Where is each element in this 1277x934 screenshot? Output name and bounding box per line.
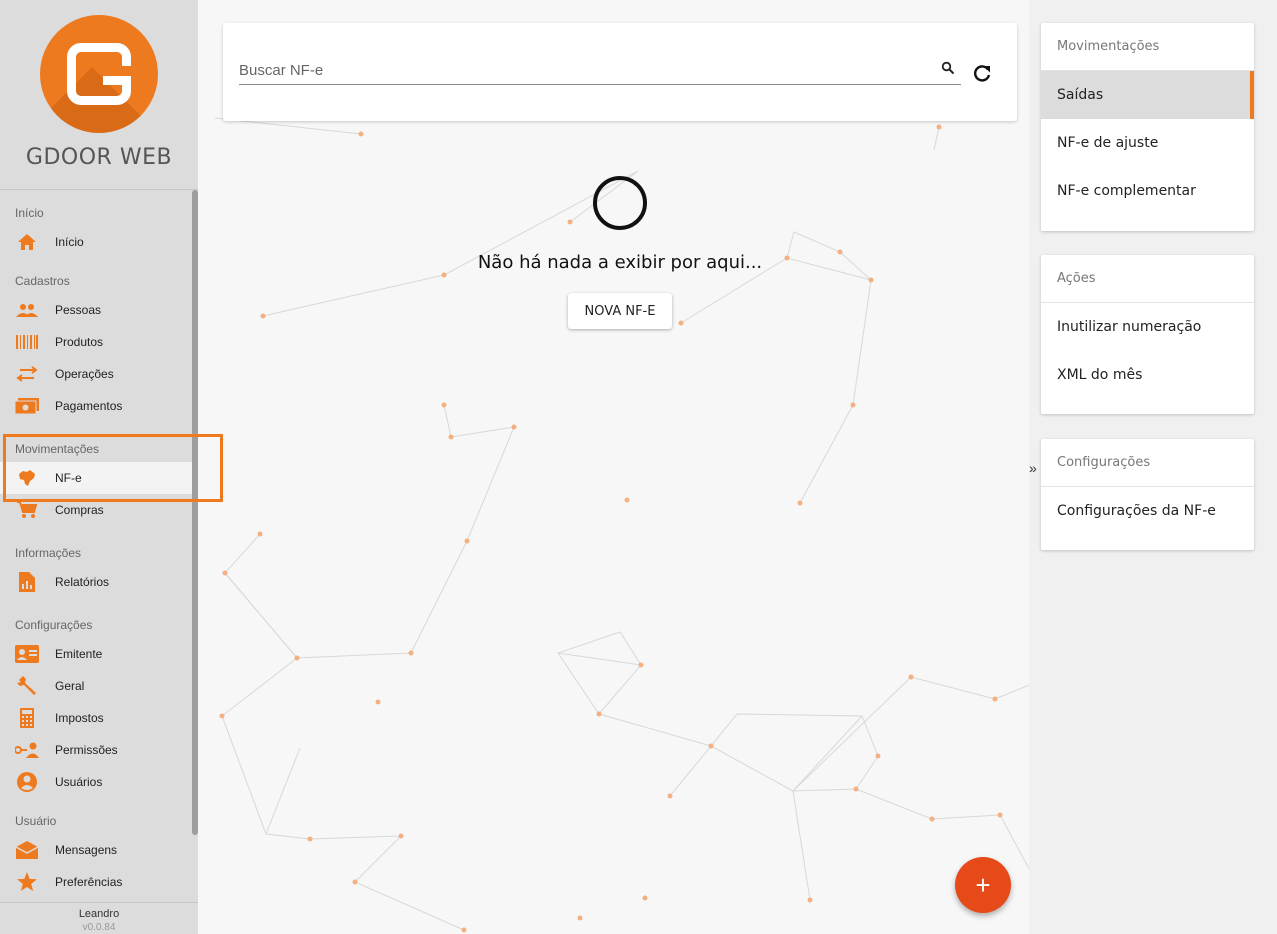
sidebar-item-label: NF-e [55,471,82,485]
card-configuracoes: Configurações Configurações da NF-e [1041,439,1254,550]
sidebar-item-label: Mensagens [55,843,118,857]
cart-icon [15,500,39,520]
people-icon [15,300,39,320]
section-title-inicio: Início [15,206,44,220]
menu-item-inutilizar-numeracao[interactable]: Inutilizar numeração [1041,303,1254,351]
sidebar-item-label: Operações [55,367,114,381]
money-icon [15,396,39,416]
gdoor-logo[interactable] [40,15,158,133]
sidebar-item-label: Permissões [55,743,118,757]
sidebar-item-compras[interactable]: Compras [0,494,192,526]
sidebar-item-label: Produtos [55,335,104,349]
sidebar-item-impostos[interactable]: Impostos [0,702,192,734]
sidebar-item-label: Início [55,235,84,249]
section-title-configuracoes: Configurações [15,618,93,632]
mail-icon [15,840,39,860]
logo-area: GDOOR WEB [0,0,198,190]
menu-item-xml-do-mes[interactable]: XML do mês [1041,351,1254,399]
sidebar: GDOOR WEB Início Início Cadastros Pessoa… [0,0,198,934]
sidebar-item-label: Preferências [55,875,123,889]
user-name: Leandro [78,908,120,920]
user-footer: Leandro v0.0.84 [0,902,198,934]
empty-state-icon [593,176,647,230]
sidebar-item-label: Pessoas [55,303,102,317]
sidebar-item-label: Geral [55,679,85,693]
sidebar-item-permissoes[interactable]: Permissões [0,734,192,766]
user-circle-icon [15,772,39,792]
star-icon [15,872,39,892]
menu-item-nfe-ajuste[interactable]: NF-e de ajuste [1041,119,1254,167]
sidebar-item-label: Impostos [55,711,104,725]
sidebar-item-mensagens[interactable]: Mensagens [0,834,192,866]
calculator-icon [15,708,39,728]
sidebar-scrollbar[interactable] [192,190,198,835]
wrench-icon [15,676,39,696]
card-title: Ações [1041,255,1254,303]
plus-icon: + [975,869,991,900]
key-person-icon [15,740,39,760]
swap-icon [15,364,39,384]
search-field [239,59,961,85]
brazil-map-icon [15,468,39,488]
sidebar-item-produtos[interactable]: Produtos [0,326,192,358]
sidebar-item-label: Compras [55,503,104,517]
sidebar-item-preferencias[interactable]: Preferências [0,866,192,898]
sidebar-item-geral[interactable]: Geral [0,670,192,702]
sidebar-item-operacoes[interactable]: Operações [0,358,192,390]
sidebar-item-pagamentos[interactable]: Pagamentos [0,390,192,422]
nova-nfe-button[interactable]: NOVA NF-E [568,293,672,329]
section-title-informacoes: Informações [15,546,82,560]
sidebar-item-inicio[interactable]: Início [0,226,192,258]
refresh-icon[interactable] [971,63,993,85]
sidebar-item-label: Pagamentos [55,399,123,413]
sidebar-item-relatorios[interactable]: Relatórios [0,566,192,598]
sidebar-item-pessoas[interactable]: Pessoas [0,294,192,326]
sidebar-item-emitente[interactable]: Emitente [0,638,192,670]
app-name: GDOOR WEB [25,145,173,170]
sidebar-item-nfe[interactable]: NF-e [0,462,192,494]
sidebar-item-usuarios[interactable]: Usuários [0,766,192,798]
section-title-cadastros: Cadastros [15,274,70,288]
section-title-movimentacoes: Movimentações [15,442,100,456]
search-input[interactable] [239,59,929,81]
sidebar-item-label: Relatórios [55,575,110,589]
card-acoes: Ações Inutilizar numeração XML do mês [1041,255,1254,414]
card-title: Configurações [1041,439,1254,487]
home-icon [15,232,39,252]
collapse-panel-icon[interactable]: » [1029,460,1037,476]
section-title-usuario: Usuário [15,814,57,828]
barcode-icon [15,332,39,352]
card-title: Movimentações [1041,23,1254,71]
id-card-icon [15,644,39,664]
sidebar-item-label: Usuários [55,775,103,789]
add-fab-button[interactable]: + [955,857,1011,913]
report-icon [15,572,39,592]
app-version: v0.0.84 [82,922,116,933]
search-card [223,23,1017,121]
sidebar-item-label: Emitente [55,647,103,661]
menu-item-configuracoes-nfe[interactable]: Configurações da NF-e [1041,487,1254,535]
empty-state-message: Não há nada a exibir por aqui... [477,252,763,273]
search-icon[interactable] [941,61,955,75]
menu-item-nfe-complementar[interactable]: NF-e complementar [1041,167,1254,215]
card-movimentacoes: Movimentações Saídas NF-e de ajuste NF-e… [1041,23,1254,231]
menu-item-saidas[interactable]: Saídas [1041,71,1254,119]
